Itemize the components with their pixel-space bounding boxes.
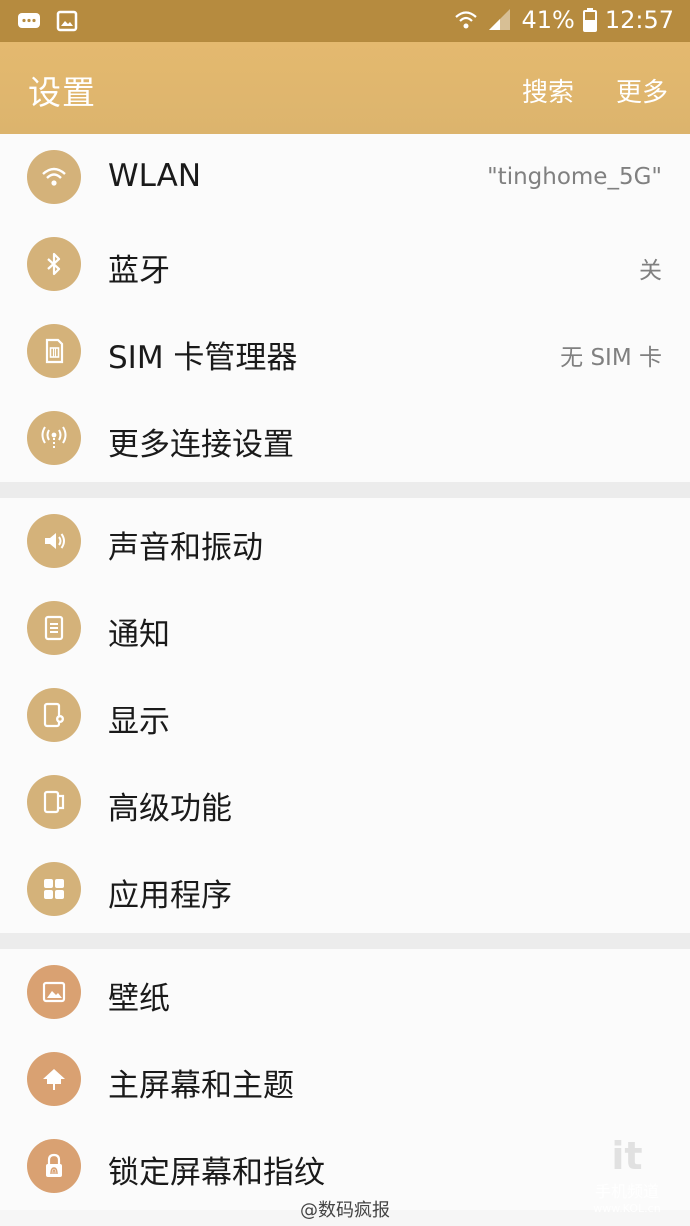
page-title: 设置	[28, 73, 96, 112]
settings-item-advanced-features[interactable]: 高级功能	[0, 759, 690, 846]
settings-item-sound-vibration[interactable]: 声音和振动	[0, 498, 690, 585]
settings-item-label: 更多连接设置	[108, 427, 294, 463]
watermark-url: www.KOL.cn	[593, 1202, 661, 1215]
speaker-icon	[27, 514, 81, 568]
settings-item-label: SIM 卡管理器	[108, 340, 298, 376]
settings-item-label: WLAN	[108, 158, 202, 194]
settings-item-more-connection-settings[interactable]: 更多连接设置	[0, 395, 690, 482]
cellular-signal-icon	[487, 7, 513, 33]
settings-item-wlan[interactable]: WLAN "tinghome_5G"	[0, 134, 690, 221]
apps-grid-icon	[27, 862, 81, 916]
settings-item-value: 关	[639, 258, 662, 284]
section-divider	[0, 482, 690, 498]
settings-item-label: 锁定屏幕和指纹	[108, 1155, 325, 1191]
settings-item-wallpaper[interactable]: 壁纸	[0, 949, 690, 1036]
settings-item-label: 蓝牙	[108, 253, 170, 289]
antenna-icon	[27, 411, 81, 465]
home-screen-icon	[27, 1052, 81, 1106]
app-bar: 设置 搜索 更多	[0, 42, 690, 134]
battery-percent: 41%	[521, 6, 575, 34]
notification-icon	[27, 601, 81, 655]
more-button[interactable]: 更多	[616, 72, 668, 109]
watermark-logo: it	[611, 1134, 643, 1178]
settings-item-value: "tinghome_5G"	[487, 164, 662, 190]
settings-item-label: 声音和振动	[108, 530, 263, 566]
settings-item-value: 无 SIM 卡	[560, 345, 662, 371]
site-watermark: it 手机频道 www.KOL.cn	[572, 1134, 682, 1218]
clock: 12:57	[604, 6, 674, 34]
settings-item-notifications[interactable]: 通知	[0, 585, 690, 672]
settings-group-device: 声音和振动 通知 显示 高级功能 应用程序	[0, 498, 690, 933]
watermark-text: 手机频道	[594, 1182, 659, 1201]
message-notification-icon	[16, 8, 42, 34]
gallery-notification-icon	[54, 8, 80, 34]
sim-card-icon	[27, 324, 81, 378]
display-icon	[27, 688, 81, 742]
settings-item-applications[interactable]: 应用程序	[0, 846, 690, 933]
settings-group-connections: WLAN "tinghome_5G" 蓝牙 关 SIM 卡管理器 无 SIM 卡…	[0, 134, 690, 482]
settings-item-label: 高级功能	[108, 791, 232, 827]
advanced-features-icon	[27, 775, 81, 829]
settings-item-display[interactable]: 显示	[0, 672, 690, 759]
settings-list: WLAN "tinghome_5G" 蓝牙 关 SIM 卡管理器 无 SIM 卡…	[0, 134, 690, 1210]
settings-item-label: 主屏幕和主题	[108, 1068, 294, 1104]
settings-item-label: 通知	[108, 617, 170, 653]
wallpaper-icon	[27, 965, 81, 1019]
settings-item-home-screen-themes[interactable]: 主屏幕和主题	[0, 1036, 690, 1123]
search-button[interactable]: 搜索	[522, 72, 574, 109]
wifi-icon	[27, 150, 81, 204]
lock-fingerprint-icon	[27, 1139, 81, 1193]
section-divider	[0, 933, 690, 949]
bluetooth-icon	[27, 237, 81, 291]
settings-item-label: 壁纸	[108, 981, 170, 1017]
wifi-signal-icon	[453, 7, 479, 33]
battery-icon	[582, 7, 597, 33]
status-bar: 41% 12:57	[0, 0, 690, 42]
settings-item-label: 应用程序	[108, 878, 232, 914]
weibo-watermark: @数码疯报	[300, 1200, 390, 1221]
settings-item-sim-card-manager[interactable]: SIM 卡管理器 无 SIM 卡	[0, 308, 690, 395]
settings-item-label: 显示	[108, 704, 170, 740]
settings-item-bluetooth[interactable]: 蓝牙 关	[0, 221, 690, 308]
